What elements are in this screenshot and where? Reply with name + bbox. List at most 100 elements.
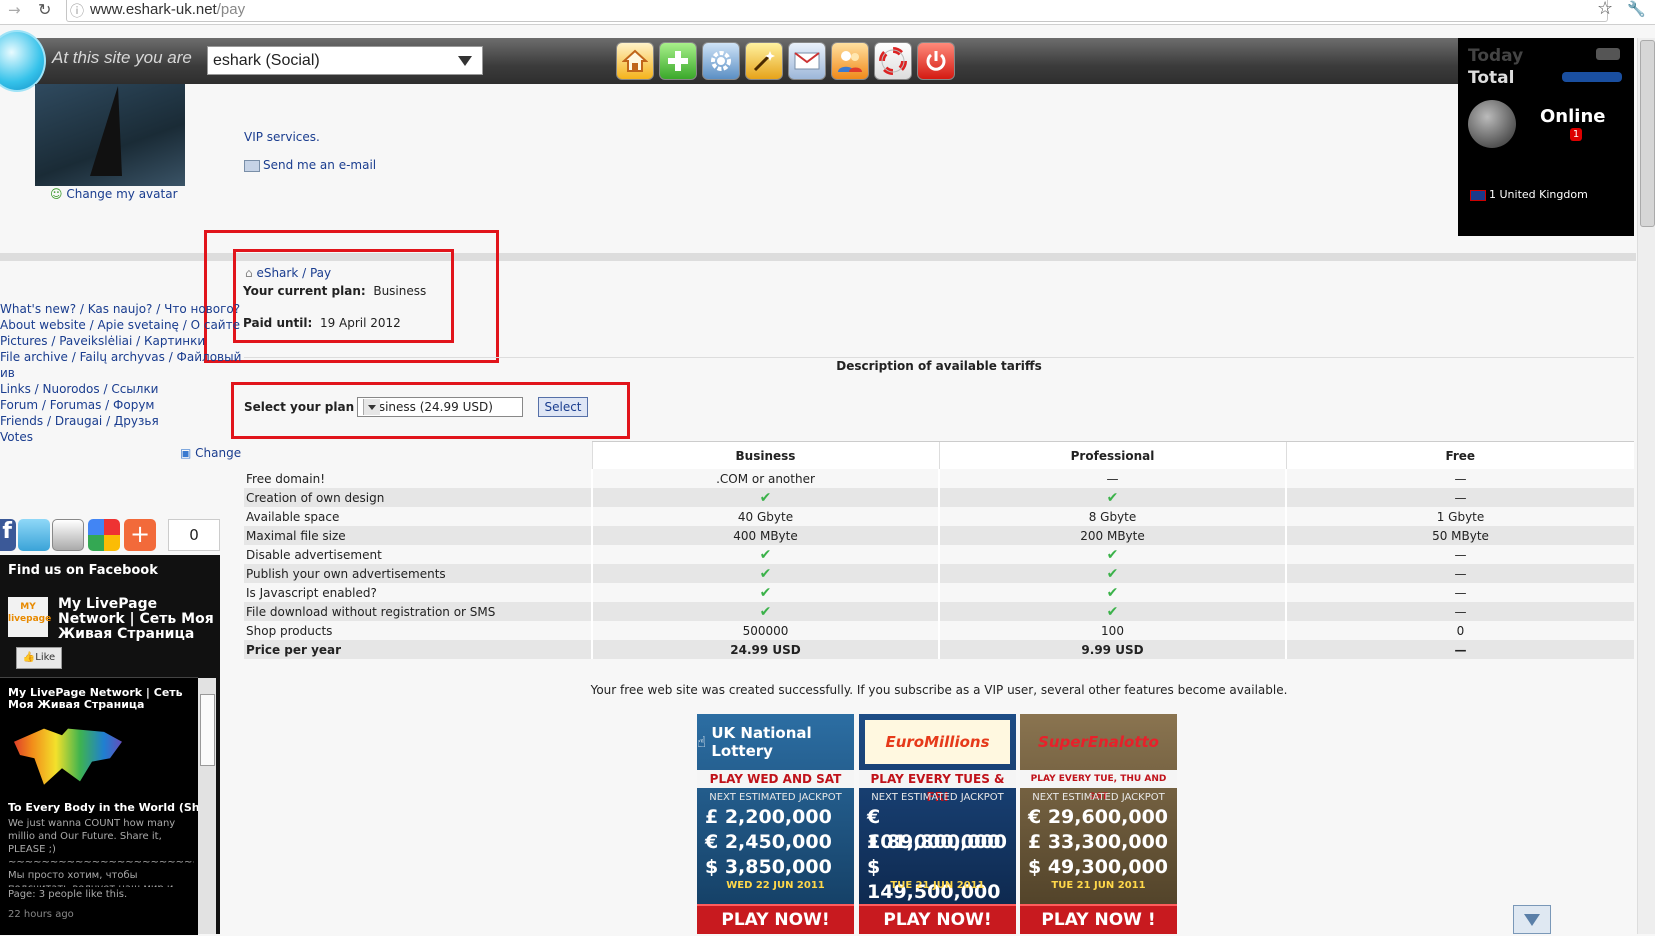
cell: 40 Gbyte — [591, 507, 939, 526]
play-now-button[interactable]: PLAY NOW! — [697, 904, 854, 934]
row-label: Shop products — [246, 623, 333, 638]
vip-services-link[interactable]: VIP services. — [244, 130, 320, 144]
nav-item-file-archive-cont[interactable]: ив — [0, 365, 232, 381]
send-email-link[interactable]: Send me an e-mail — [244, 158, 376, 172]
site-select[interactable]: eshark (Social) — [207, 46, 483, 75]
cell: 400 MByte — [591, 526, 939, 545]
feed-post-author[interactable]: My LivePage Network | Сеть Моя Живая Стр… — [8, 687, 193, 711]
nav-item-friends[interactable]: Friends / Draugai / Друзья — [0, 413, 232, 429]
cell: 24.99 USD — [591, 640, 939, 659]
lottery-banner-euromillions[interactable]: EuroMillions PLAY EVERY TUES & FRI NEXT … — [859, 714, 1016, 934]
plan-select-value: Business (24.99 USD) — [363, 400, 493, 414]
select-plan-button[interactable]: Select — [538, 397, 588, 417]
uk-flag-icon — [1470, 189, 1486, 201]
select-plan-label: Select your plan — [244, 400, 355, 414]
paid-until: Paid until: 19 April 2012 — [243, 316, 401, 330]
livepage-logo[interactable]: MY livepage — [8, 597, 51, 637]
stats-total-label: Total — [1468, 68, 1515, 88]
like-button[interactable]: 👍Like — [16, 647, 62, 669]
nav-item-about[interactable]: About website / Apie svetainę / О сайте — [0, 317, 240, 333]
mail-icon[interactable] — [788, 42, 826, 80]
nav-item-links[interactable]: Links / Nuorodos / Ссылки — [0, 381, 232, 397]
change-avatar-text: Change my avatar — [66, 187, 178, 201]
forward-icon[interactable]: → — [8, 1, 21, 19]
cell: 50 MByte — [1285, 526, 1634, 545]
twitter-icon[interactable] — [18, 519, 50, 551]
power-icon[interactable] — [917, 42, 955, 80]
lottery-banner-superenalotto[interactable]: SuperEnalotto PLAY EVERY TUE, THU AND SA… — [1020, 714, 1177, 934]
reload-icon[interactable]: ↻ — [38, 0, 51, 19]
lottery-amount: £ 89,800,000 — [867, 831, 1008, 853]
change-avatar-link[interactable]: ☺ Change my avatar — [50, 187, 178, 201]
breadcrumb[interactable]: ⌂ eShark / Pay — [245, 266, 331, 280]
table-row: File download without registration or SM… — [244, 602, 1634, 621]
lottery-amount: £ 2,200,000 — [705, 806, 832, 828]
home-icon[interactable] — [616, 42, 654, 80]
cell: — — [1285, 583, 1634, 602]
lottery-amount: € 29,600,000 — [1028, 806, 1169, 828]
users-icon[interactable] — [831, 42, 869, 80]
change-nav-link[interactable]: ▣ Change — [180, 446, 241, 460]
nav-item-file-archive[interactable]: File archive / Failų archyvas / Файловый — [0, 349, 241, 365]
magic-wand-icon[interactable] — [745, 42, 783, 80]
check-icon: ✔ — [938, 602, 1286, 621]
tariffs-title: Description of available tariffs — [836, 359, 1042, 373]
facebook-page-name[interactable]: My LivePage Network | Сеть Моя Живая Стр… — [58, 597, 218, 642]
nav-item-votes[interactable]: Votes — [0, 429, 232, 445]
nav-item-whats-new[interactable]: What's new? / Kas naujo? / Что нового? — [0, 301, 240, 317]
lottery-amount: £ 33,300,000 — [1028, 831, 1169, 853]
scroll-down-button[interactable] — [1513, 905, 1551, 934]
current-plan-value: Business — [373, 284, 427, 298]
add-icon[interactable] — [659, 42, 697, 80]
check-icon: ✔ — [938, 488, 1286, 507]
settings-icon[interactable] — [702, 42, 740, 80]
share-counter: 0 — [168, 519, 220, 551]
lottery-schedule: PLAY EVERY TUES & FRI — [859, 770, 1016, 804]
stats-country: 1 United Kingdom — [1470, 188, 1588, 201]
chevron-down-icon — [458, 56, 472, 66]
plan-select[interactable]: Business (24.99 USD) — [357, 397, 523, 417]
like-button-text: Like — [35, 652, 56, 663]
address-bar[interactable] — [66, 0, 1608, 22]
print-icon[interactable] — [52, 519, 84, 551]
table-row: Maximal file size 400 MByte 200 MByte 50 MB… — [244, 526, 1634, 545]
facebook-icon[interactable]: f — [0, 519, 16, 551]
stats-online-count: 1 — [1570, 128, 1582, 141]
google-icon[interactable] — [88, 519, 120, 551]
lottery-date: WED 22 JUN 2011 — [726, 880, 825, 891]
lottery-schedule: PLAY WED AND SAT — [697, 770, 854, 788]
more-share-icon[interactable]: + — [124, 519, 156, 551]
stats-today-label: Today — [1468, 46, 1524, 66]
feed-scrollbar-thumb[interactable] — [200, 694, 215, 766]
page-info-icon: ⓘ — [70, 4, 84, 20]
current-plan-label: Your current plan: — [243, 284, 366, 298]
tariff-feature-header — [244, 442, 592, 470]
cell: 200 MByte — [938, 526, 1286, 545]
bookmark-star-icon[interactable]: ☆ — [1597, 0, 1613, 19]
feed-page-likes: Page: 3 people like this. — [8, 889, 128, 900]
feed-post-title[interactable]: To Every Body in the World (Shar — [8, 801, 198, 814]
table-row: Publish your own advertisements ✔ ✔ — — [244, 564, 1634, 583]
play-now-button[interactable]: PLAY NOW! — [859, 904, 1016, 934]
table-row: Creation of own design ✔ ✔ — — [244, 488, 1634, 507]
tariffs-header-row: Business Professional Free — [244, 441, 1634, 470]
nav-item-forum[interactable]: Forum / Forumas / Форум — [0, 397, 232, 413]
help-icon[interactable] — [874, 42, 912, 80]
row-label: File download without registration or SM… — [244, 602, 592, 621]
lottery-name: EuroMillions — [865, 720, 1010, 764]
lottery-next-label: NEXT ESTIMATED JACKPOT — [709, 792, 842, 803]
tariff-column-professional: Professional — [938, 441, 1286, 469]
wrench-icon[interactable]: 🔧 — [1627, 0, 1646, 18]
nav-item-pictures[interactable]: Pictures / Paveikslėliai / Картинки — [0, 333, 232, 349]
page-scrollbar-thumb[interactable] — [1640, 40, 1655, 227]
table-row: Free domain! .COM or another — — — [244, 469, 1634, 488]
row-label: Creation of own design — [244, 488, 592, 507]
breadcrumb-text: eShark / Pay — [256, 266, 332, 280]
avatar-shark-fin — [90, 86, 122, 176]
stats-online-label: Online — [1540, 106, 1606, 127]
stats-country-text: 1 United Kingdom — [1489, 188, 1588, 201]
globe-icon — [1468, 100, 1516, 148]
url-text[interactable]: www.eshark-uk.net/pay — [90, 1, 245, 18]
play-now-button[interactable]: PLAY NOW ! — [1020, 904, 1177, 934]
lottery-banner-uk[interactable]: ☝ UK National Lottery PLAY WED AND SAT N… — [697, 714, 854, 934]
